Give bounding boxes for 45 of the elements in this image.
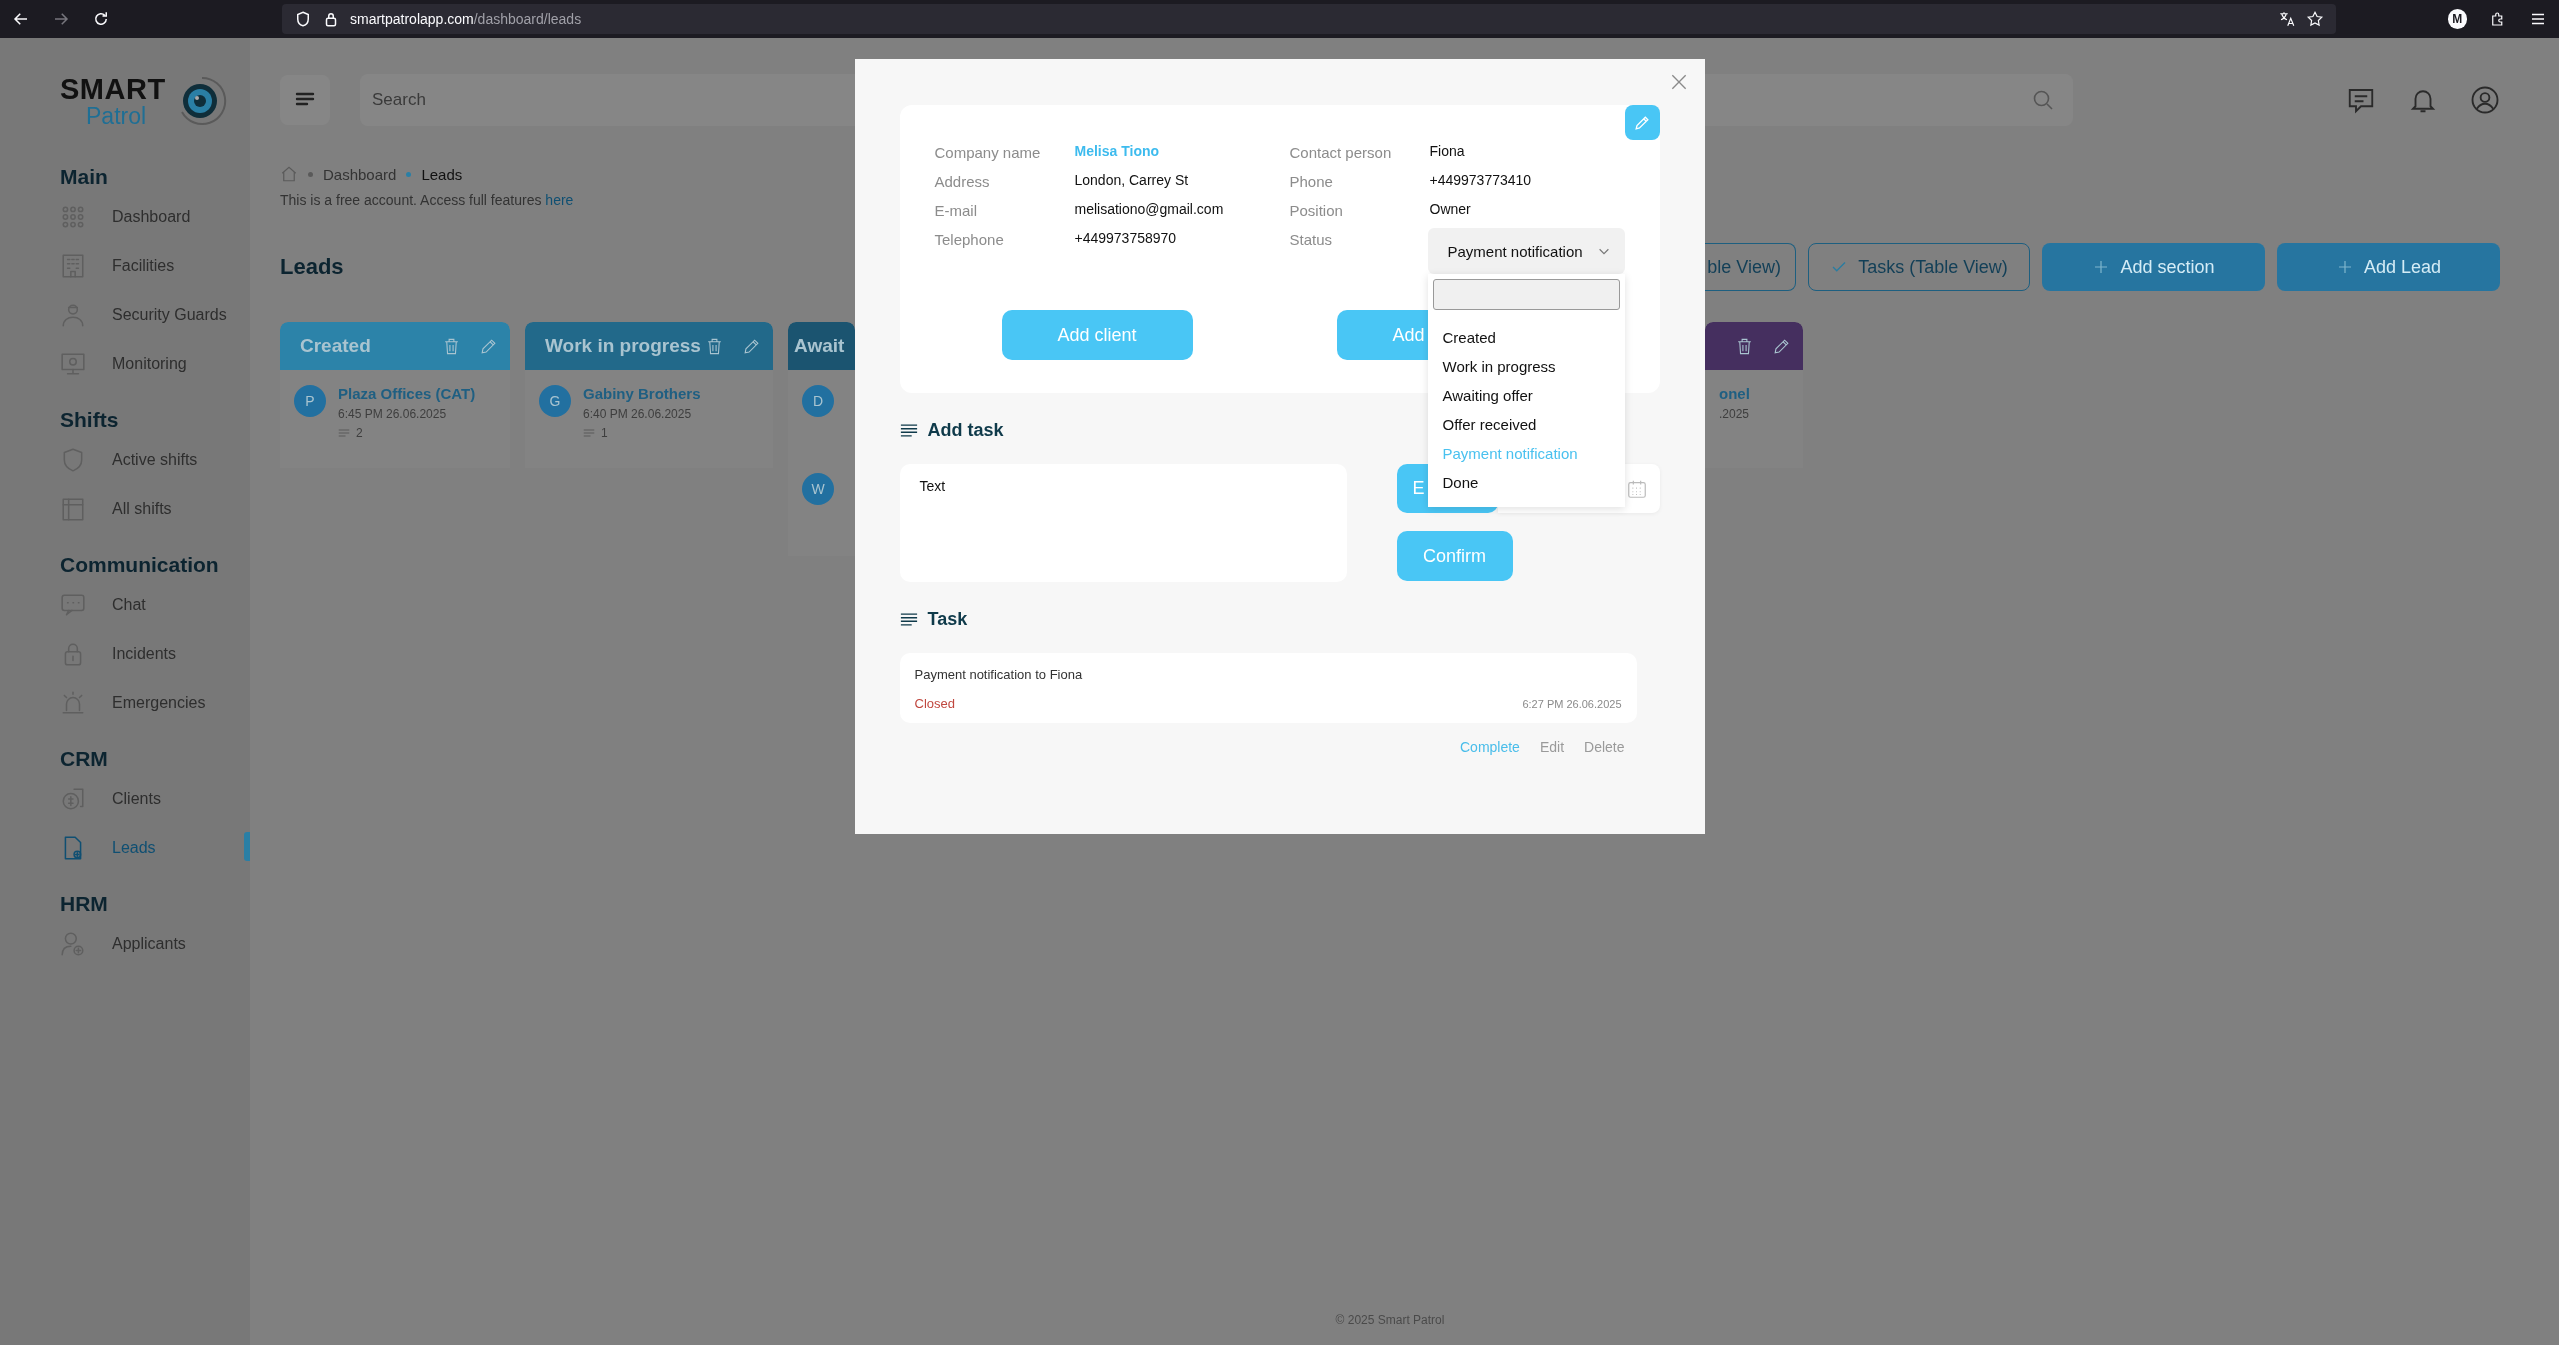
lead-name: onel [1719,385,1750,402]
section-heading: CRM [60,746,109,772]
column-title: Await [794,335,845,357]
field-value: London, Carrey St [1074,171,1189,190]
section-heading: Main [60,164,109,190]
task-status: Closed [914,696,955,711]
field-value: Owner [1429,200,1471,219]
lead-time: 6:45 PM 26.06.2025 [338,407,448,421]
page-title: Leads [280,254,344,280]
field-value: Fiona [1429,142,1465,161]
notice-text: This is a free account. Access full features here [280,192,575,208]
logo-text: SMART [60,74,166,104]
lead-time: .2025 [1719,407,1750,421]
section-heading: Add task [927,419,1004,441]
section-heading: HRM [60,891,109,917]
avatar: P [294,385,326,417]
field-value: +449973773410 [1429,171,1532,190]
section-heading: Shifts [60,407,120,433]
avatar: G [539,385,571,417]
avatar: D [802,385,834,417]
lead-name: Plaza Offices (CAT) [338,385,476,402]
section-heading: Communication [60,552,220,578]
logo-subtext: Patrol [85,104,148,128]
section-heading: Task [927,608,968,630]
field-value: melisationo@gmail.com [1074,200,1224,219]
lead-name: Gabiny Brothers [583,385,701,402]
field-label: Contact person [1289,143,1393,163]
field-label: Position [1289,201,1344,221]
field-label: Phone [1289,172,1334,192]
field-value: Melisa Tiono [1074,142,1160,161]
field-label: Address [934,172,991,192]
comment-count: 1 [601,426,608,440]
field-label: Company name [934,143,1042,163]
field-value: +449973758970 [1074,229,1177,248]
field-label: Telephone [934,230,1005,250]
task-text: Payment notification to Fiona [914,667,1084,682]
field-label: Status [1289,230,1334,250]
column-title: Created [300,335,371,357]
task-time: 6:27 PM 26.06.2025 [1522,697,1622,710]
url-text: smartpatrolapp.com/dashboard/leads [350,11,582,27]
field-label: E-mail [934,201,978,221]
avatar: W [802,473,834,505]
comment-count: 2 [356,426,363,440]
column-title: Work in progress [545,335,701,357]
lead-time: 6:40 PM 26.06.2025 [583,407,693,421]
